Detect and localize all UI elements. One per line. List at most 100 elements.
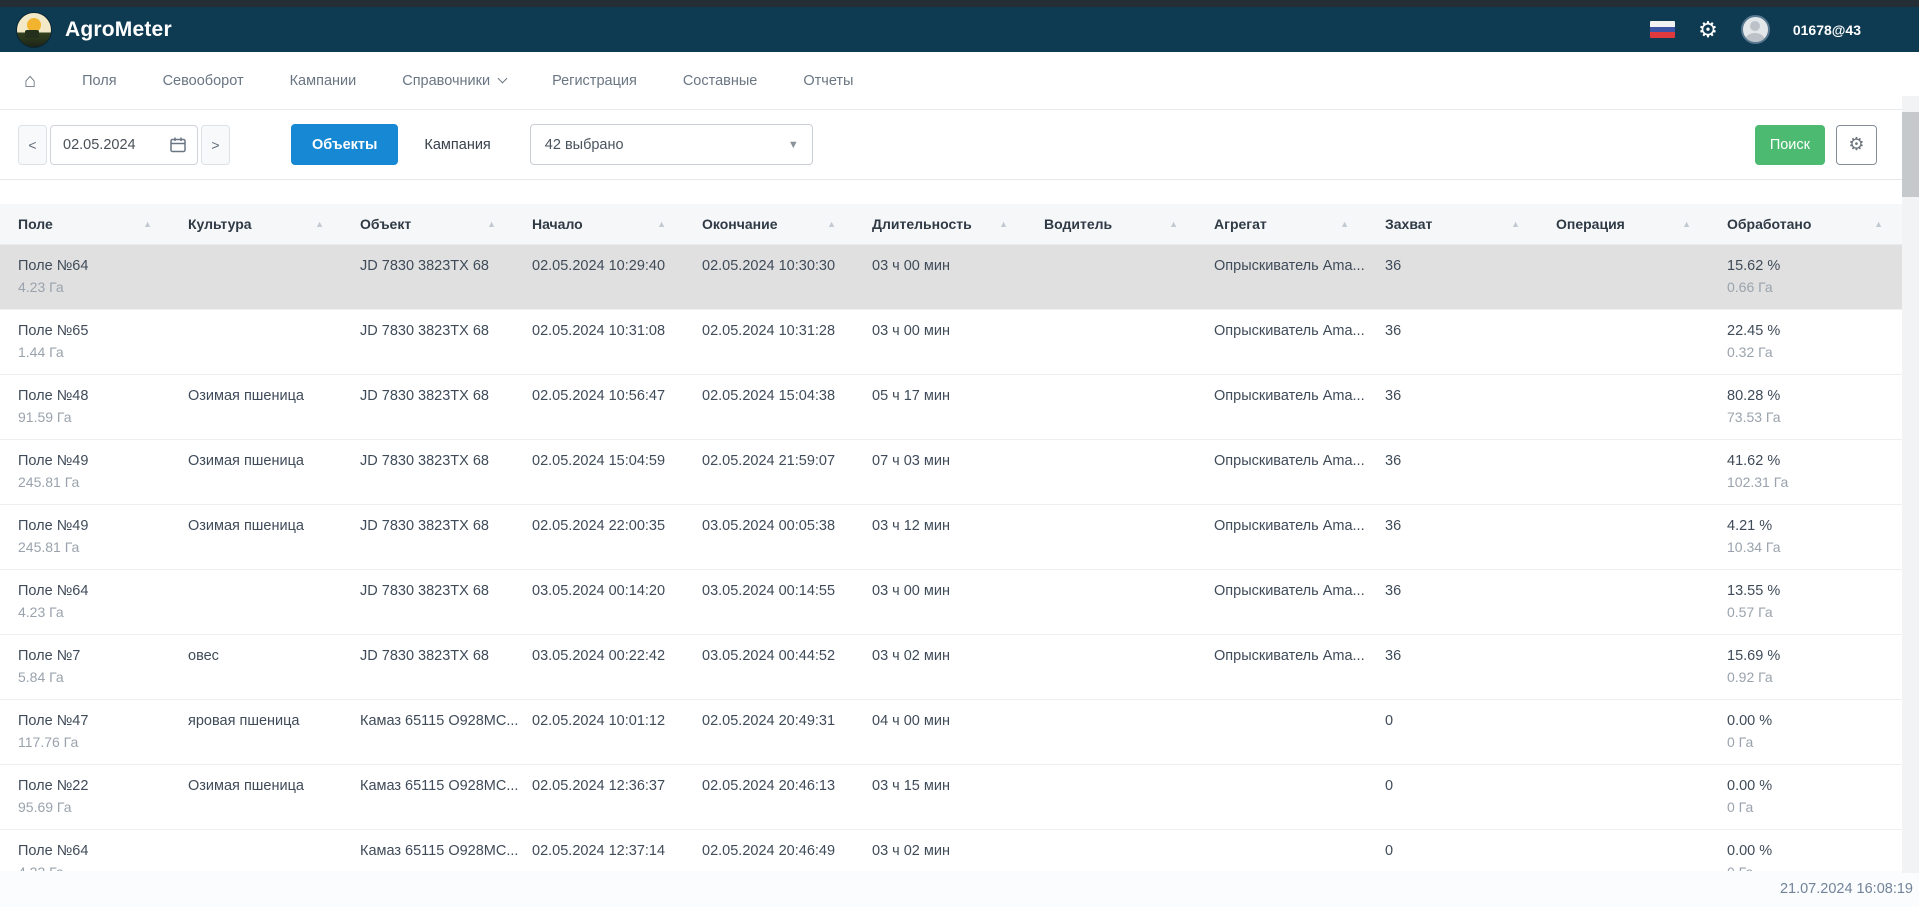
calendar-icon[interactable]: [169, 136, 187, 154]
nav-item-поля[interactable]: Поля: [82, 73, 116, 89]
cell-field: Поле №4891.59 Га: [18, 375, 188, 439]
table-settings-button[interactable]: ⚙: [1836, 125, 1877, 165]
vertical-scrollbar[interactable]: [1902, 96, 1919, 873]
cell-implement: [1214, 700, 1385, 764]
cell-width: 0: [1385, 765, 1556, 829]
table-body: Поле №644.23 ГаJD 7830 3823TX 6802.05.20…: [0, 245, 1919, 871]
cell-width: 36: [1385, 505, 1556, 569]
table-row[interactable]: Поле №75.84 ГаовесJD 7830 3823TX 6803.05…: [0, 635, 1919, 700]
cell-crop: [188, 570, 360, 634]
main-nav: ⌂ Поля Севооборот Кампании Справочники Регис…: [0, 52, 1919, 110]
cell-width: 36: [1385, 440, 1556, 504]
cell-processed: 22.45 %0.32 Га: [1727, 310, 1919, 374]
cell-duration: 03 ч 02 мин: [872, 830, 1044, 871]
column-header-operation[interactable]: Операция ▲: [1556, 216, 1727, 232]
cell-width: 0: [1385, 830, 1556, 871]
table-row[interactable]: Поле №4891.59 ГаОзимая пшеницаJD 7830 38…: [0, 375, 1919, 440]
cell-duration: 07 ч 03 мин: [872, 440, 1044, 504]
current-timestamp: 21.07.2024 16:08:19: [1780, 881, 1913, 897]
date-next-button[interactable]: >: [201, 125, 230, 165]
cell-width: 36: [1385, 375, 1556, 439]
column-header-crop[interactable]: Культура▲: [188, 216, 360, 232]
sort-asc-icon[interactable]: ▲: [315, 219, 324, 229]
cell-start: 02.05.2024 10:01:12: [532, 700, 702, 764]
column-header-driver[interactable]: Водитель ▲: [1044, 216, 1214, 232]
nav-items: Поля Севооборот Кампании Справочники Регистр…: [82, 73, 853, 89]
cell-operation: [1556, 765, 1727, 829]
objects-toggle-button[interactable]: Объекты: [291, 124, 398, 165]
cell-crop: Озимая пшеница: [188, 440, 360, 504]
sort-asc-icon[interactable]: ▲: [1340, 219, 1349, 229]
column-header-field[interactable]: Поле ▲: [18, 216, 188, 232]
table-row[interactable]: Поле №2295.69 ГаОзимая пшеницаКамаз 6511…: [0, 765, 1919, 830]
table-row[interactable]: Поле №47117.76 Гаяровая пшеницаКамаз 651…: [0, 700, 1919, 765]
cell-operation: [1556, 570, 1727, 634]
table-row[interactable]: Поле №644.23 ГаJD 7830 3823TX 6802.05.20…: [0, 245, 1919, 310]
cell-field: Поле №644.23 Га: [18, 830, 188, 871]
column-header-width[interactable]: Захват ▲: [1385, 216, 1556, 232]
column-label: Поле: [18, 216, 53, 232]
column-header-processed[interactable]: Обработано▲: [1727, 216, 1919, 232]
cell-operation: [1556, 245, 1727, 309]
app-logo: [16, 12, 52, 48]
table-row[interactable]: Поле №49245.81 ГаОзимая пшеницаJD 7830 3…: [0, 505, 1919, 570]
sort-asc-icon[interactable]: ▲: [1682, 219, 1691, 229]
sort-asc-icon[interactable]: ▲: [1169, 219, 1178, 229]
cell-operation: [1556, 440, 1727, 504]
cell-crop: [188, 245, 360, 309]
nav-item-label: Регистрация: [552, 73, 637, 89]
cell-crop: Озимая пшеница: [188, 765, 360, 829]
cell-implement: [1214, 765, 1385, 829]
cell-object: JD 7830 3823TX 68: [360, 245, 532, 309]
cell-driver: [1044, 635, 1214, 699]
sort-asc-icon[interactable]: ▲: [143, 219, 152, 229]
nav-item-составные[interactable]: Составные: [683, 73, 758, 89]
sort-asc-icon[interactable]: ▲: [827, 219, 836, 229]
nav-item-кампании[interactable]: Кампании: [290, 73, 357, 89]
cell-field: Поле №75.84 Га: [18, 635, 188, 699]
language-flag-icon[interactable]: [1650, 21, 1675, 38]
settings-gear-icon[interactable]: ⚙: [1698, 19, 1718, 41]
scrollbar-thumb[interactable]: [1902, 112, 1919, 197]
nav-item-label: Справочники: [402, 73, 490, 89]
column-header-end[interactable]: Окончание▲: [702, 216, 872, 232]
nav-item-севооборот[interactable]: Севооборот: [163, 73, 244, 89]
cell-processed: 41.62 %102.31 Га: [1727, 440, 1919, 504]
cell-driver: [1044, 310, 1214, 374]
cell-field: Поле №651.44 Га: [18, 310, 188, 374]
objects-select[interactable]: 42 выбрано ▼: [530, 124, 813, 165]
table-row[interactable]: Поле №644.23 ГаКамаз 65115 О928МС...02.0…: [0, 830, 1919, 871]
nav-item-регистрация[interactable]: Регистрация: [552, 73, 637, 89]
search-button[interactable]: Поиск: [1755, 125, 1825, 165]
column-label: Водитель: [1044, 216, 1112, 232]
column-label: Захват: [1385, 216, 1432, 232]
column-header-implement[interactable]: Агрегат▲: [1214, 216, 1385, 232]
user-avatar[interactable]: [1741, 15, 1770, 44]
cell-start: 02.05.2024 10:31:08: [532, 310, 702, 374]
campaign-toggle-button[interactable]: Кампания: [412, 124, 502, 165]
column-header-object[interactable]: Объект▲: [360, 216, 532, 232]
date-input[interactable]: 02.05.2024: [50, 125, 198, 165]
sort-asc-icon[interactable]: ▲: [487, 219, 496, 229]
cell-operation: [1556, 830, 1727, 871]
cell-implement: Опрыскиватель Ama...: [1214, 440, 1385, 504]
table-row[interactable]: Поле №644.23 ГаJD 7830 3823TX 6803.05.20…: [0, 570, 1919, 635]
nav-item-отчеты[interactable]: Отчеты: [803, 73, 853, 89]
sort-asc-icon[interactable]: ▲: [1874, 219, 1883, 229]
cell-width: 36: [1385, 245, 1556, 309]
sort-asc-icon[interactable]: ▲: [657, 219, 666, 229]
table-row[interactable]: Поле №49245.81 ГаОзимая пшеницаJD 7830 3…: [0, 440, 1919, 505]
sort-asc-icon[interactable]: ▲: [1511, 219, 1520, 229]
user-id-label[interactable]: 01678@43: [1793, 22, 1861, 38]
cell-crop: [188, 310, 360, 374]
date-prev-button[interactable]: <: [18, 125, 47, 165]
cell-duration: 03 ч 00 мин: [872, 310, 1044, 374]
home-icon[interactable]: ⌂: [24, 71, 36, 91]
nav-item-справочники[interactable]: Справочники: [402, 73, 506, 89]
column-label: Операция: [1556, 216, 1625, 232]
sort-asc-icon[interactable]: ▲: [999, 219, 1008, 229]
column-header-duration[interactable]: Длительность▲: [872, 216, 1044, 232]
table-header-row: Поле▲Культура▲Объект▲Начало▲Окончание▲Дл…: [0, 204, 1919, 245]
table-row[interactable]: Поле №651.44 ГаJD 7830 3823TX 6802.05.20…: [0, 310, 1919, 375]
column-header-start[interactable]: Начало▲: [532, 216, 702, 232]
